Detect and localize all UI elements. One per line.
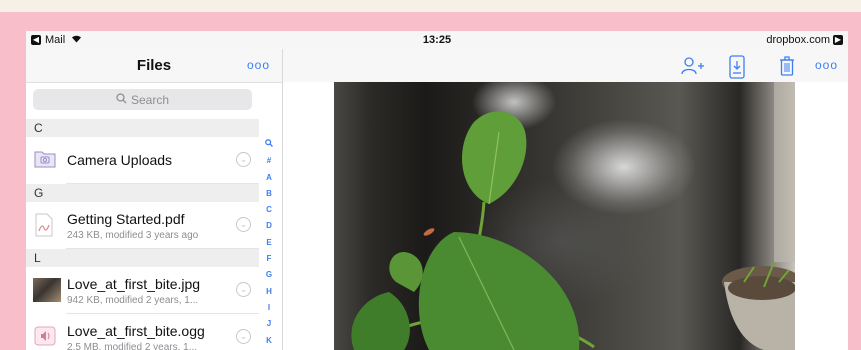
section-header-l: L [26, 249, 259, 267]
index-letter[interactable]: F [260, 251, 278, 267]
list-item-love-ogg[interactable]: Love_at_first_bite.ogg 2.5 MB, modified … [26, 314, 259, 350]
preview-pane: ooo [283, 49, 848, 350]
camera-folder-icon [34, 148, 56, 172]
ipad-screen: ◀ Mail 13:25 dropbox.com ▶ Files ooo Sea… [26, 31, 848, 350]
index-letter[interactable]: K [260, 333, 278, 349]
search-input[interactable]: Search [33, 89, 252, 110]
forward-arrow-icon: ▶ [833, 35, 843, 45]
index-letter[interactable]: # [260, 153, 278, 169]
list-item-love-jpg[interactable]: Love_at_first_bite.jpg 942 KB, modified … [26, 267, 259, 314]
list-item-camera-uploads[interactable]: Camera Uploads ⌄ [26, 137, 259, 184]
list-item-getting-started[interactable]: Getting Started.pdf 243 KB, modified 3 y… [26, 202, 259, 249]
preview-more-button[interactable]: ooo [815, 58, 838, 80]
item-meta: 243 KB, modified 3 years ago [67, 230, 199, 241]
add-person-icon[interactable] [680, 55, 704, 77]
forward-to-site[interactable]: dropbox.com ▶ [766, 34, 843, 46]
item-options-icon[interactable]: ⌄ [236, 217, 251, 232]
section-header-g: G [26, 184, 259, 202]
pdf-file-icon [34, 213, 56, 237]
search-icon [116, 92, 127, 107]
files-more-button[interactable]: ooo [247, 58, 270, 72]
index-letter[interactable]: D [260, 218, 278, 234]
index-letter[interactable]: I [260, 300, 278, 316]
audio-file-icon [34, 325, 56, 349]
item-options-icon[interactable]: ⌄ [236, 329, 251, 344]
preview-toolbar: ooo [283, 49, 848, 82]
section-header-c: C [26, 119, 259, 137]
index-letter[interactable]: J [260, 316, 278, 332]
index-letter[interactable]: H [260, 284, 278, 300]
item-name: Love_at_first_bite.ogg [67, 323, 205, 339]
status-bar: ◀ Mail 13:25 dropbox.com ▶ [26, 31, 848, 49]
index-letter[interactable]: E [260, 235, 278, 251]
files-panel: Files ooo Search C Camera Uploads ⌄ G Ge… [26, 49, 283, 350]
item-name: Getting Started.pdf [67, 211, 185, 227]
alphabet-index[interactable]: # A B C D E F G H I J K L [260, 137, 278, 350]
item-options-icon[interactable]: ⌄ [236, 282, 251, 297]
files-title: Files [136, 57, 172, 74]
download-icon[interactable] [728, 55, 750, 79]
trash-icon[interactable] [778, 55, 800, 77]
item-name: Camera Uploads [67, 152, 173, 168]
item-meta: 942 KB, modified 2 years, 1... [67, 295, 199, 306]
index-letter[interactable]: G [260, 267, 278, 283]
photo-preview[interactable] [334, 82, 802, 350]
index-letter[interactable]: A [260, 170, 278, 186]
files-header: Files ooo [26, 49, 282, 83]
image-thumbnail [33, 278, 61, 302]
search-placeholder: Search [130, 92, 170, 107]
site-label: dropbox.com [766, 34, 830, 46]
item-options-icon[interactable]: ⌄ [236, 152, 251, 167]
plant-illustration [351, 82, 802, 350]
index-letter[interactable]: B [260, 186, 278, 202]
item-name: Love_at_first_bite.jpg [67, 276, 201, 292]
index-search-icon[interactable] [260, 137, 278, 153]
index-letter[interactable]: C [260, 202, 278, 218]
status-time: 13:25 [422, 34, 452, 46]
item-meta: 2.5 MB, modified 2 years, 1... [67, 342, 198, 350]
